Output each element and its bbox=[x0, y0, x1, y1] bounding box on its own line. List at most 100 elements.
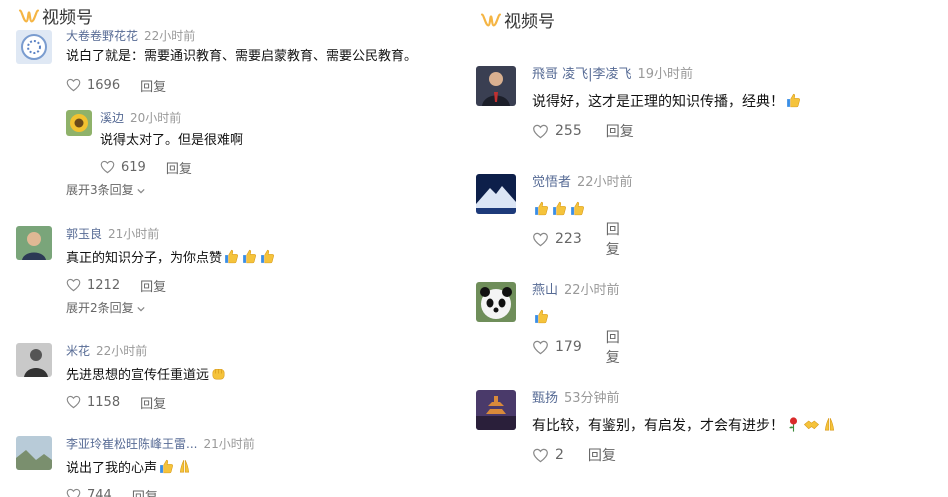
avatar[interactable] bbox=[476, 390, 516, 430]
comment-body: 飛哥 凌飞|李凌飞 19小时前 说得好，这才是正理的知识传播，经典！ 255 回复 bbox=[532, 66, 802, 140]
landscape-avatar-icon bbox=[16, 436, 52, 470]
like-button[interactable]: 179 bbox=[532, 339, 582, 355]
thumbs-up-emoji-icon bbox=[160, 459, 173, 474]
avatar[interactable] bbox=[16, 226, 52, 260]
handshake-emoji-icon bbox=[803, 420, 820, 430]
like-button[interactable]: 223 bbox=[532, 231, 582, 247]
user-name[interactable]: 溪边 bbox=[100, 111, 124, 125]
comment-body: 觉悟者 22小时前 223 回复 bbox=[532, 174, 633, 258]
suit-man-avatar-icon bbox=[476, 66, 516, 106]
expand-replies-link[interactable]: 展开3条回复 bbox=[66, 181, 146, 198]
user-name[interactable]: 大卷卷野花花 bbox=[66, 29, 138, 43]
avatar[interactable] bbox=[476, 282, 516, 322]
comment-body: 米花 22小时前 先进思想的宣传任重道远 1158 回复 bbox=[66, 343, 227, 412]
comment-text: 说白了就是：需要通识教育、需要启蒙教育、需要公民教育。 bbox=[66, 49, 418, 64]
comment-text: 先进思想的宣传任重道远 bbox=[66, 368, 210, 383]
blue-pattern-avatar-icon bbox=[16, 30, 52, 64]
user-name[interactable]: 甄扬 bbox=[532, 391, 558, 406]
user-name[interactable]: 燕山 bbox=[532, 283, 558, 298]
mountain-avatar-icon bbox=[476, 174, 516, 214]
timestamp: 21小时前 bbox=[203, 437, 255, 451]
reply-button[interactable]: 回复 bbox=[140, 393, 166, 412]
right-panel: 视频号 飛哥 凌飞|李凌飞 19小时前 说得好，这才是正理的知识传播，经典！ 25… bbox=[462, 0, 948, 497]
thumbs-up-emoji-icon bbox=[535, 309, 548, 324]
expand-label: 展开3条回复 bbox=[66, 183, 134, 197]
expand-label: 展开2条回复 bbox=[66, 301, 134, 315]
reply-button[interactable]: 回复 bbox=[606, 327, 620, 367]
comment-body: 大卷卷野花花 22小时前 说白了就是：需要通识教育、需要启蒙教育、需要公民教育。 … bbox=[66, 29, 418, 95]
like-button[interactable]: 255 bbox=[532, 123, 582, 139]
reply-button[interactable]: 回复 bbox=[606, 121, 634, 141]
like-button[interactable]: 619 bbox=[100, 160, 146, 175]
brand-title: 视频号 bbox=[42, 8, 93, 28]
heart-icon bbox=[66, 78, 81, 92]
man-portrait-avatar-icon bbox=[16, 226, 52, 260]
heart-icon bbox=[66, 488, 81, 497]
avatar[interactable] bbox=[66, 110, 92, 136]
reply-button[interactable]: 回复 bbox=[140, 76, 166, 95]
avatar[interactable] bbox=[476, 174, 516, 214]
comment-text: 真正的知识分子，为你点赞 bbox=[66, 251, 223, 266]
panda-avatar-icon bbox=[476, 282, 516, 322]
pray-emoji-icon bbox=[824, 417, 835, 431]
reply-button[interactable]: 回复 bbox=[588, 445, 616, 465]
reply-button[interactable]: 回复 bbox=[166, 158, 192, 177]
timestamp: 22小时前 bbox=[564, 283, 620, 298]
avatar[interactable] bbox=[16, 343, 52, 377]
heart-icon bbox=[66, 395, 81, 409]
thumbs-up-emoji-icon bbox=[243, 249, 256, 264]
like-button[interactable]: 744 bbox=[66, 488, 112, 497]
reply-button[interactable]: 回复 bbox=[132, 486, 158, 497]
comment-text: 说得好，这才是正理的知识传播，经典！ bbox=[532, 94, 784, 110]
user-name[interactable]: 米花 bbox=[66, 344, 90, 358]
thumbs-up-emoji-icon bbox=[225, 249, 238, 264]
bw-photo-avatar-icon bbox=[16, 343, 52, 377]
timestamp: 22小时前 bbox=[96, 344, 148, 358]
heart-icon bbox=[66, 278, 81, 292]
timestamp: 20小时前 bbox=[130, 111, 182, 125]
timestamp: 22小时前 bbox=[577, 175, 633, 190]
reply-button[interactable]: 回复 bbox=[140, 276, 166, 295]
like-count: 223 bbox=[555, 231, 582, 247]
pagoda-avatar-icon bbox=[476, 390, 516, 430]
chevron-down-icon bbox=[137, 306, 146, 312]
like-count: 2 bbox=[555, 447, 564, 463]
timestamp: 19小时前 bbox=[637, 67, 694, 82]
heart-icon bbox=[533, 124, 548, 138]
brand-title: 视频号 bbox=[504, 12, 555, 32]
like-button[interactable]: 1696 bbox=[66, 78, 120, 93]
like-count: 1696 bbox=[87, 77, 121, 93]
expand-replies-link[interactable]: 展开2条回复 bbox=[66, 299, 146, 316]
avatar[interactable] bbox=[476, 66, 516, 106]
comment-text: 说出了我的心声 bbox=[66, 461, 158, 476]
user-name[interactable]: 李亚玲崔松旺陈峰王雷... bbox=[66, 437, 197, 451]
user-name[interactable]: 觉悟者 bbox=[532, 175, 571, 190]
heart-icon bbox=[533, 448, 548, 462]
reply-button[interactable]: 回复 bbox=[606, 219, 633, 259]
like-count: 1158 bbox=[87, 394, 121, 410]
channels-logo-icon bbox=[480, 13, 502, 26]
like-button[interactable]: 1158 bbox=[66, 395, 120, 410]
like-count: 619 bbox=[121, 159, 146, 175]
channels-logo-icon bbox=[18, 9, 40, 22]
comment-text: 有比较，有鉴别，有启发，才会有进步！ bbox=[532, 418, 784, 434]
user-name[interactable]: 飛哥 凌飞|李凌飞 bbox=[532, 67, 632, 82]
reply-text: 说得太对了。但是很难啊 bbox=[100, 133, 244, 148]
like-button[interactable]: 2 bbox=[532, 447, 564, 463]
comment-body: 李亚玲崔松旺陈峰王雷... 21小时前 说出了我的心声 744 回复 bbox=[66, 436, 255, 497]
user-name[interactable]: 郭玉良 bbox=[66, 227, 102, 241]
timestamp: 22小时前 bbox=[144, 29, 196, 43]
rose-emoji-icon bbox=[789, 417, 798, 432]
like-count: 1212 bbox=[87, 277, 121, 293]
like-button[interactable]: 1212 bbox=[66, 278, 120, 293]
sunflower-avatar-icon bbox=[66, 110, 92, 136]
avatar[interactable] bbox=[16, 436, 52, 470]
timestamp: 21小时前 bbox=[108, 227, 160, 241]
avatar[interactable] bbox=[16, 30, 52, 64]
thumbs-up-emoji-icon bbox=[261, 249, 274, 264]
heart-icon bbox=[100, 160, 115, 174]
comment-body: 甄扬 53分钟前 有比较，有鉴别，有启发，才会有进步！ 2 回复 bbox=[532, 390, 838, 464]
brand-header: 视频号 bbox=[480, 7, 555, 32]
heart-icon bbox=[533, 340, 548, 354]
like-count: 255 bbox=[555, 123, 582, 139]
